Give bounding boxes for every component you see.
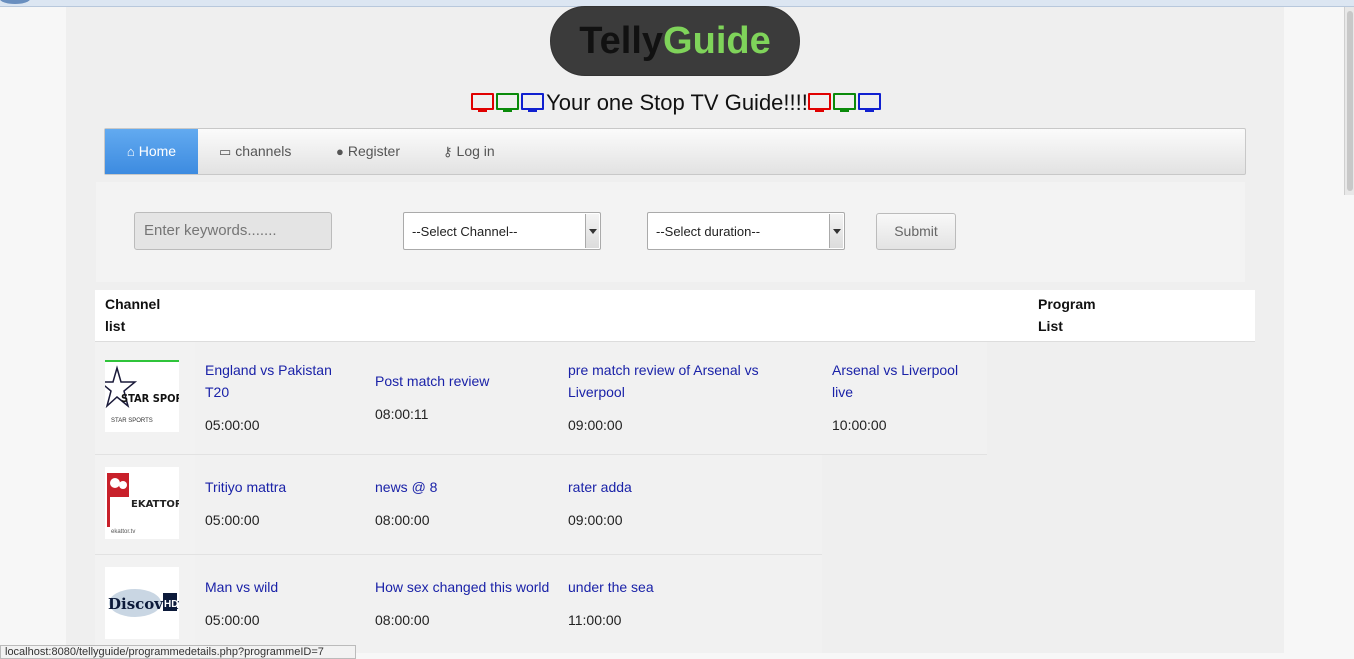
duration-select-value: --Select duration-- [656, 224, 761, 239]
channel-logo-cell: STAR SPORTS 1 STAR SPORTS [95, 342, 195, 454]
tv-icon [832, 93, 856, 113]
nav-channels[interactable]: ▭ channels [219, 129, 291, 174]
channel-logo-cell: Discovery HD [95, 555, 195, 653]
channel-logo-cell: EKATTOR TV ekattor.tv [95, 455, 195, 554]
tv-icon [471, 93, 495, 113]
keywords-input[interactable] [134, 212, 332, 250]
program-title[interactable]: Tritiyo mattra [205, 476, 355, 498]
nav-channels-label: channels [235, 143, 292, 159]
navbar: ⌂ Home ▭ channels ● Register ⚷ Log in [104, 128, 1246, 175]
logo-part-guide: Guide [663, 20, 771, 62]
duration-select[interactable]: --Select duration-- [647, 212, 845, 250]
program-time: 05:00:00 [205, 512, 260, 528]
nav-login-label: Log in [456, 143, 495, 159]
program-item[interactable]: rater adda 09:00:00 [568, 476, 718, 531]
nav-home[interactable]: ⌂ Home [105, 129, 198, 174]
program-item[interactable]: Arsenal vs Liverpool live 10:00:00 [832, 359, 982, 436]
program-list-header: Program List [1038, 296, 1096, 334]
star-sports-logo-graphic: STAR SPORTS 1 STAR SPORTS [105, 360, 179, 424]
program-cells: Man vs wild 05:00:00 How sex changed this… [195, 555, 822, 653]
program-cells: England vs Pakistan T20 05:00:00 Post mat… [195, 342, 987, 454]
program-time: 11:00:00 [568, 612, 622, 628]
program-title[interactable]: news @ 8 [375, 476, 525, 498]
browser-tab-edge [0, 0, 30, 4]
logo-text: STAR SPORTS 1 [121, 392, 179, 405]
logo-part-telly: Telly [579, 20, 664, 62]
program-item[interactable]: pre match review of Arsenal vs Liverpool… [568, 359, 798, 436]
program-title[interactable]: Post match review [375, 370, 555, 392]
nav-login[interactable]: ⚷ Log in [443, 129, 495, 174]
channel-row: STAR SPORTS 1 STAR SPORTS England vs Pak… [95, 342, 987, 455]
dropdown-arrow-icon[interactable] [585, 214, 599, 248]
program-title[interactable]: under the sea [568, 576, 718, 598]
program-title[interactable]: England vs Pakistan T20 [205, 359, 355, 403]
program-item[interactable]: How sex changed this world 08:00:00 [375, 576, 565, 631]
home-icon: ⌂ [126, 144, 135, 159]
program-item[interactable]: Man vs wild 05:00:00 [205, 576, 355, 631]
channel-select[interactable]: --Select Channel-- [403, 212, 601, 250]
program-item[interactable]: Tritiyo mattra 05:00:00 [205, 476, 355, 531]
logo-subtext: STAR SPORTS [111, 418, 153, 424]
tv-icon [807, 93, 831, 113]
program-title[interactable]: How sex changed this world [375, 576, 565, 598]
tv-icon [857, 93, 881, 113]
channel-list-header: Channel list [105, 296, 161, 334]
program-time: 10:00:00 [832, 417, 887, 433]
logo-subtext: HD [164, 599, 178, 610]
program-title[interactable]: Man vs wild [205, 576, 355, 598]
browser-status-bar: localhost:8080/tellyguide/programmedetai… [0, 645, 356, 659]
program-time: 08:00:00 [375, 612, 430, 628]
tv-icon [496, 93, 520, 113]
logo-text: EKATTOR TV [131, 499, 179, 510]
key-icon: ⚷ [443, 144, 453, 159]
program-cells: Tritiyo mattra 05:00:00 news @ 8 08:00:00 … [195, 455, 822, 554]
program-item[interactable]: under the sea 11:00:00 [568, 576, 718, 631]
nav-home-label: Home [138, 143, 177, 159]
channel-row: Discovery HD Man vs wild 05:00:00 How sex… [95, 555, 822, 653]
user-icon: ● [336, 144, 344, 159]
program-time: 09:00:00 [568, 512, 623, 528]
program-item[interactable]: Post match review 08:00:11 [375, 370, 555, 425]
program-title[interactable]: pre match review of Arsenal vs Liverpool [568, 359, 798, 403]
program-title[interactable]: Arsenal vs Liverpool live [832, 359, 982, 403]
list-header: Channel list Program List [95, 290, 1255, 342]
tagline-text: Your one Stop TV Guide!!!! [546, 90, 808, 115]
ekattor-tv-logo[interactable]: EKATTOR TV ekattor.tv [105, 467, 179, 539]
channel-row: EKATTOR TV ekattor.tv Tritiyo mattra 05:0… [95, 455, 822, 555]
submit-button[interactable]: Submit [876, 213, 956, 250]
nav-register[interactable]: ● Register [336, 129, 400, 174]
tagline: Your one Stop TV Guide!!!! [0, 88, 1354, 118]
discovery-hd-logo-graphic: Discovery HD [108, 589, 179, 617]
program-title[interactable]: rater adda [568, 476, 718, 498]
tv-icon [521, 93, 545, 113]
monitor-icon: ▭ [219, 144, 232, 159]
dropdown-arrow-icon[interactable] [829, 214, 843, 248]
program-time: 08:00:00 [375, 512, 430, 528]
program-time: 08:00:11 [375, 406, 429, 422]
program-time: 09:00:00 [568, 417, 623, 433]
site-logo[interactable]: TellyGuide [550, 6, 800, 76]
program-time: 05:00:00 [205, 612, 260, 628]
program-item[interactable]: news @ 8 08:00:00 [375, 476, 525, 531]
logo-subtext: ekattor.tv [111, 529, 135, 535]
channel-select-value: --Select Channel-- [412, 224, 518, 239]
program-item[interactable]: England vs Pakistan T20 05:00:00 [205, 359, 355, 436]
program-time: 05:00:00 [205, 417, 260, 433]
discovery-hd-logo[interactable]: Discovery HD [105, 567, 179, 639]
ekattor-tv-logo-graphic: EKATTOR TV ekattor.tv [107, 473, 179, 535]
star-sports-logo[interactable]: STAR SPORTS 1 STAR SPORTS [105, 360, 179, 432]
nav-register-label: Register [347, 143, 400, 159]
